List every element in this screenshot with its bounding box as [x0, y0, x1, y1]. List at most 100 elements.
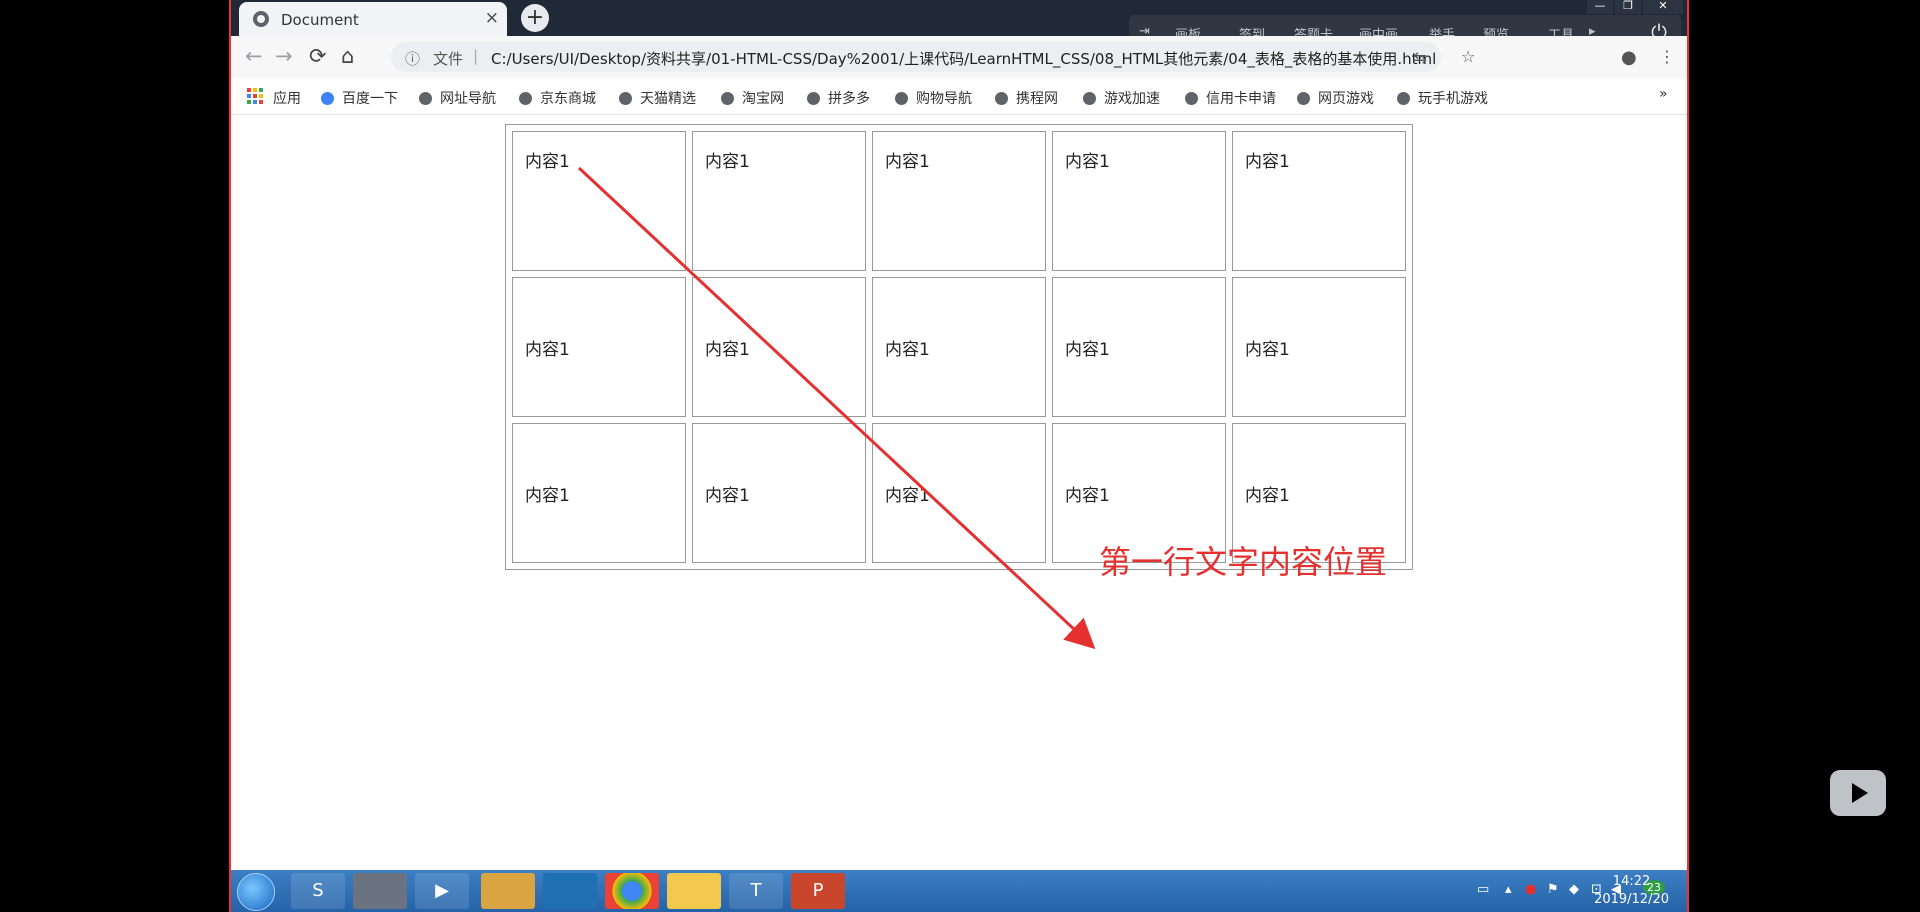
globe-icon — [1397, 92, 1410, 105]
tab-title: Document — [281, 11, 359, 29]
bookmark-label: 购物导航 — [916, 91, 972, 107]
table-cell: 内容1 — [872, 423, 1046, 563]
table-cell: 内容1 — [692, 277, 866, 417]
cell-text: 内容1 — [885, 339, 930, 360]
table-cell: 内容1 — [512, 277, 686, 417]
tray-keyboard-icon[interactable]: ▭ — [1477, 882, 1489, 897]
back-icon[interactable]: ← — [245, 44, 263, 68]
bookmark-item[interactable]: 游戏加速 — [1083, 88, 1160, 108]
new-tab-button[interactable]: + — [521, 4, 549, 32]
start-button[interactable] — [237, 873, 275, 911]
bookmark-item[interactable]: 购物导航 — [895, 88, 972, 108]
taskbar-app-t[interactable]: T — [729, 873, 783, 909]
bookmark-label: 淘宝网 — [742, 91, 784, 107]
cell-text: 内容1 — [1065, 485, 1110, 506]
table-row: 内容1 内容1 内容1 内容1 内容1 — [512, 277, 1406, 417]
bookmark-item[interactable]: 天猫精选 — [619, 88, 696, 108]
globe-icon — [995, 92, 1008, 105]
bookmark-label: 网页游戏 — [1318, 91, 1374, 107]
bookmark-item[interactable]: 京东商城 — [519, 88, 596, 108]
globe-icon — [519, 92, 532, 105]
browser-window: Document × + — ❐ ✕ ⇥ 画板 签到 答题卡 画中画 举手 预览… — [229, 0, 1689, 912]
cell-text: 内容1 — [1245, 485, 1290, 506]
bookmark-label: 京东商城 — [540, 91, 596, 107]
apps-grid-icon[interactable] — [247, 88, 263, 104]
globe-icon — [721, 92, 734, 105]
cell-text: 内容1 — [705, 152, 750, 172]
minimize-button[interactable]: — — [1587, 0, 1613, 14]
bookmark-item[interactable]: 网址导航 — [419, 88, 496, 108]
taskbar-app-avatar[interactable] — [353, 873, 407, 909]
bookmark-item[interactable]: 百度一下 — [321, 88, 398, 108]
bookmark-item[interactable]: 信用卡申请 — [1185, 88, 1276, 108]
profile-icon[interactable]: ● — [1621, 47, 1637, 68]
clock[interactable]: 14:22 2019/12/20 — [1594, 873, 1669, 909]
table-cell: 内容1 — [872, 277, 1046, 417]
globe-icon — [419, 92, 432, 105]
tray-record-icon[interactable]: ● — [1525, 882, 1536, 897]
taskbar: S ▶ T P ▭ ▴ ● ⚑ ◆ ⊡ ◀ 23 14:22 2019/12/2… — [231, 870, 1687, 912]
info-icon[interactable]: ⓘ — [405, 48, 420, 69]
bookmark-label: 信用卡申请 — [1206, 91, 1276, 107]
cell-text: 内容1 — [885, 485, 930, 506]
bookmark-label: 网址导航 — [440, 91, 496, 107]
bookmark-label: 百度一下 — [342, 91, 398, 107]
maximize-button[interactable]: ❐ — [1615, 0, 1641, 14]
home-icon[interactable]: ⌂ — [341, 44, 354, 68]
tab-document[interactable]: Document × — [239, 2, 507, 36]
taskbar-app-notes[interactable] — [667, 873, 721, 909]
table-cell: 内容1 — [512, 423, 686, 563]
omnibox[interactable]: ⓘ 文件 | C:/Users/UI/Desktop/资料共享/01-HTML-… — [391, 42, 1441, 72]
video-player-icon[interactable] — [1830, 770, 1886, 816]
bookmark-label: 天猫精选 — [640, 91, 696, 107]
reload-icon[interactable]: ⟳ — [309, 44, 327, 68]
taskbar-app-s[interactable]: S — [291, 873, 345, 909]
close-tab-icon[interactable]: × — [485, 8, 499, 28]
bookmark-item[interactable]: 网页游戏 — [1297, 88, 1374, 108]
table-cell: 内容1 — [692, 131, 866, 271]
table-cell: 内容1 — [1052, 277, 1226, 417]
table-cell: 内容1 — [692, 423, 866, 563]
translate-icon[interactable]: ⇆ — [1414, 48, 1427, 67]
tray-chevron-up-icon[interactable]: ▴ — [1505, 882, 1512, 897]
paw-icon — [321, 92, 334, 105]
bookmark-label: 携程网 — [1016, 91, 1058, 107]
cell-text: 内容1 — [705, 339, 750, 360]
menu-icon[interactable]: ⋮ — [1659, 47, 1675, 66]
globe-icon — [895, 92, 908, 105]
bookmark-item[interactable]: 玩手机游戏 — [1397, 88, 1488, 108]
bookmark-apps[interactable]: 应用 — [273, 88, 301, 108]
clock-date: 2019/12/20 — [1594, 892, 1669, 907]
star-icon[interactable]: ☆ — [1461, 47, 1475, 66]
forward-icon[interactable]: → — [275, 44, 293, 68]
bookmark-item[interactable]: 拼多多 — [807, 88, 870, 108]
omnibox-separator: | — [473, 47, 479, 65]
table-cell: 内容1 — [1232, 277, 1406, 417]
cell-text: 内容1 — [525, 339, 570, 360]
bookmarks-more-icon[interactable]: » — [1659, 86, 1668, 102]
tray-security-icon[interactable]: ◆ — [1569, 882, 1579, 897]
close-window-button[interactable]: ✕ — [1643, 0, 1683, 14]
bookmark-item[interactable]: 淘宝网 — [721, 88, 784, 108]
cell-text: 内容1 — [1065, 152, 1110, 172]
taskbar-app-chrome[interactable] — [605, 873, 659, 909]
url-text[interactable]: C:/Users/UI/Desktop/资料共享/01-HTML-CSS/Day… — [491, 48, 1436, 69]
globe-icon — [253, 11, 269, 27]
cell-text: 内容1 — [1245, 339, 1290, 360]
bookmark-label: 拼多多 — [828, 91, 870, 107]
bookmark-label: 游戏加速 — [1104, 91, 1160, 107]
cell-text: 内容1 — [1065, 339, 1110, 360]
tray-flag-icon[interactable]: ⚑ — [1547, 882, 1559, 897]
bookmark-item[interactable]: 携程网 — [995, 88, 1058, 108]
taskbar-app-powerpoint[interactable]: P — [791, 873, 845, 909]
table-cell: 内容1 — [512, 131, 686, 271]
table-cell: 内容1 — [872, 131, 1046, 271]
taskbar-app-explorer[interactable] — [481, 873, 535, 909]
clock-time: 14:22 — [1612, 874, 1651, 889]
globe-icon — [807, 92, 820, 105]
cell-text: 内容1 — [705, 485, 750, 506]
taskbar-app-player[interactable]: ▶ — [415, 873, 469, 909]
globe-icon — [1185, 92, 1198, 105]
taskbar-app-vscode[interactable] — [543, 873, 597, 909]
table-cell: 内容1 — [1232, 131, 1406, 271]
